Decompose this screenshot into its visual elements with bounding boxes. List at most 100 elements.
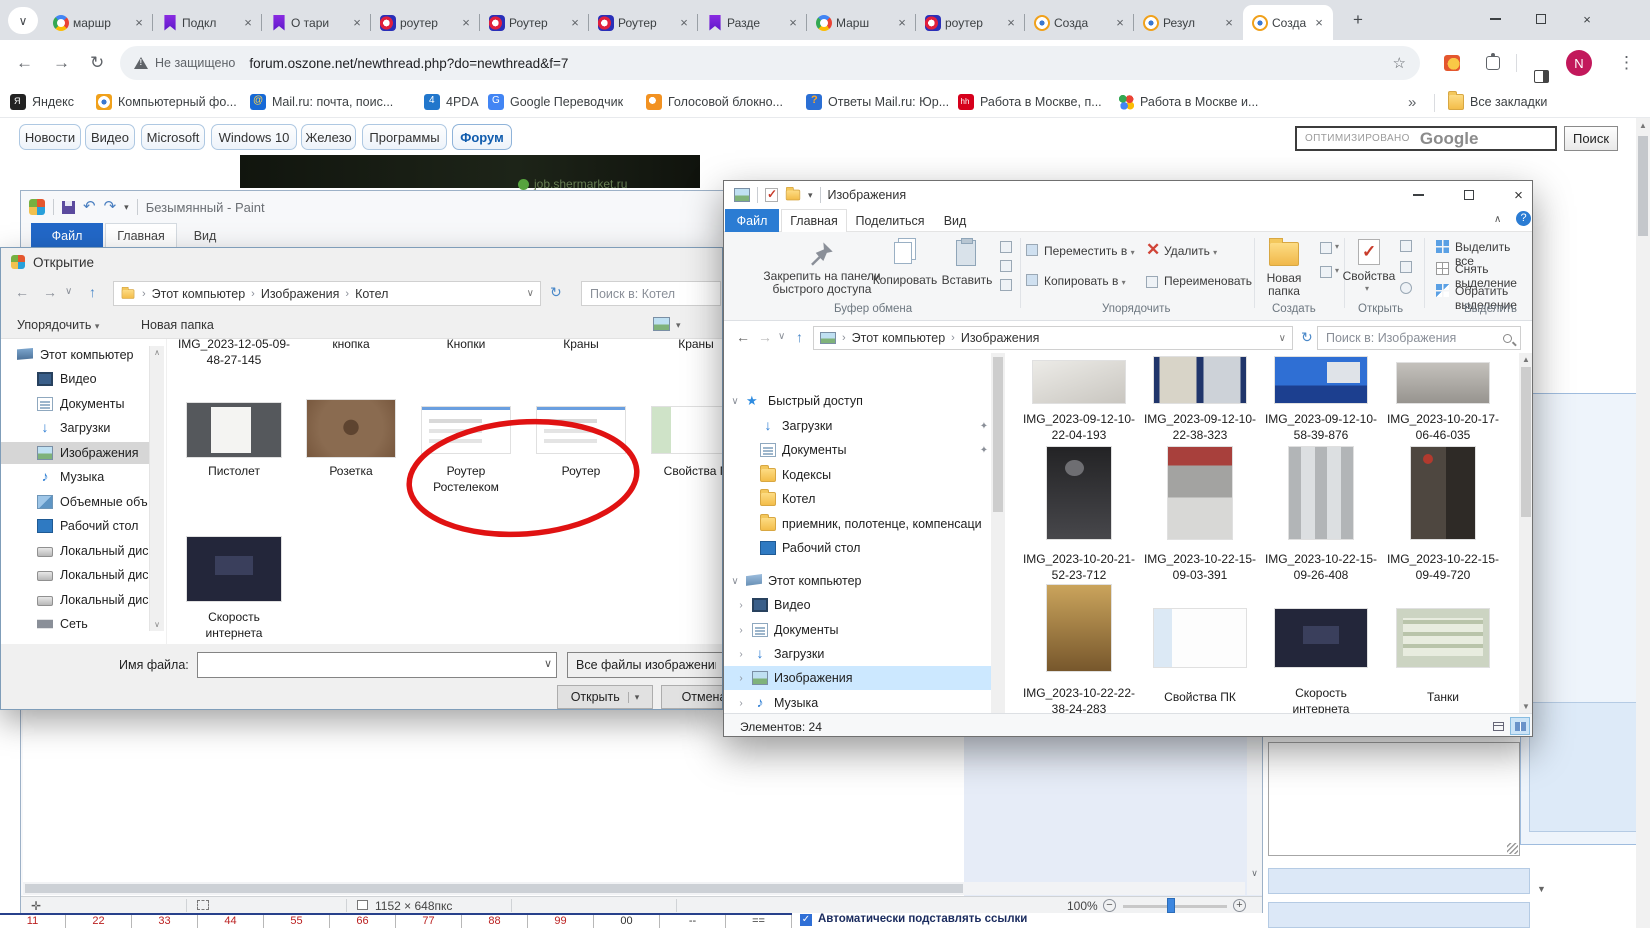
tree-item-pictures-selected[interactable]: ›Изображения [724,666,991,690]
filename-text-field[interactable] [201,654,538,676]
breadcrumb-root[interactable]: Этот компьютер [152,287,245,301]
back-icon[interactable]: ← [15,284,29,300]
browser-tab[interactable]: Подкл× [153,5,262,40]
file-thumbnail[interactable] [652,407,723,453]
file-thumbnail[interactable] [1397,609,1489,667]
zoom-in-icon[interactable]: + [1233,899,1246,912]
properties-icon[interactable] [1358,239,1380,265]
file-thumbnail[interactable] [307,400,395,457]
grid-scrollbar[interactable]: ▲ ▼ [1519,353,1533,713]
copy-button[interactable]: Копировать [872,274,938,287]
tree-item-documents[interactable]: Документы✦ [724,438,991,462]
file-label[interactable]: IMG_2023-10-20-17-06-46-035 [1385,411,1501,443]
file-thumbnail[interactable] [1275,609,1367,667]
properties-check-icon[interactable] [765,188,778,202]
dialog-breadcrumb[interactable]: ›Этот компьютер ›Изображения ›Котел ∨ [113,281,541,306]
file-label[interactable]: IMG_2023-09-12-10-22-04-193 [1021,411,1137,443]
file-label[interactable]: Танки [1385,689,1501,705]
nav-item-hardware[interactable]: Железо [301,124,356,150]
details-view-button[interactable] [1488,717,1508,735]
file-thumbnail[interactable] [1168,447,1232,539]
tree-scrollbar[interactable] [991,353,1005,713]
file-label[interactable]: кнопка [293,336,409,352]
scrollbar-up-icon[interactable]: ▲ [1519,353,1533,364]
sidebar-item-video[interactable]: Видео [1,368,149,390]
browser-tab[interactable]: Разде× [698,5,807,40]
up-icon[interactable]: ↑ [796,329,803,345]
folder-icon[interactable] [786,190,800,201]
bookmark-item[interactable]: Яндекс [10,92,74,112]
filetype-dropdown[interactable]: Все файлы изображений [567,652,723,678]
paint-tab-file[interactable]: Файл [31,223,103,248]
bookmark-item[interactable]: Ответы Mail.ru: Юр... [806,92,949,112]
back-icon[interactable]: ← [736,329,750,345]
paint-tab-home[interactable]: Главная [105,223,177,248]
delete-icon[interactable]: ✕ [1146,240,1160,260]
move-to-button[interactable]: Переместить в ▾ [1044,244,1135,258]
browser-tab[interactable]: О тари× [262,5,371,40]
forward-icon[interactable]: → [53,53,70,73]
cancel-button[interactable]: Отмена [661,685,723,709]
breadcrumb-root[interactable]: Этот компьютер [852,331,945,345]
copy-path-icon[interactable] [1000,260,1012,272]
qat-dropdown-icon[interactable]: ▾ [808,190,813,201]
tab-close-icon[interactable]: × [131,15,147,31]
tree-item-downloads[interactable]: ↓Загрузки✦ [724,414,991,438]
file-label[interactable]: Свойства П [654,463,723,479]
select-none-icon[interactable] [1436,262,1449,275]
rename-button[interactable]: Переименовать [1164,274,1252,288]
sidebar-item-local-disk[interactable]: Локальный дис [1,589,149,611]
sidebar-item-this-pc[interactable]: Этот компьютер [1,344,149,366]
extensions-puzzle-icon[interactable] [1486,56,1500,70]
tab-close-icon[interactable]: × [785,15,801,31]
tree-item-kodeksy[interactable]: Кодексы [724,463,991,487]
bookmark-item[interactable]: 4PDA [424,92,479,112]
scrollbar-thumb[interactable] [993,357,1003,512]
history-icon[interactable] [1400,282,1412,294]
window-minimize-button[interactable] [1472,0,1518,38]
easy-access-icon[interactable] [1320,242,1332,254]
file-label[interactable]: Краны [638,336,723,352]
history-chevron-icon[interactable]: ∨ [65,286,72,297]
file-thumbnail[interactable] [1154,357,1246,403]
sidebar-scrollbar[interactable]: ∧ ∨ [149,346,164,631]
file-label[interactable]: Розетка [309,463,393,479]
breadcrumb-leaf[interactable]: Котел [355,287,388,301]
site-search-button[interactable]: Поиск [1564,126,1618,151]
sidebar-item-music[interactable]: ♪Музыка [1,466,149,488]
window-close-button[interactable]: × [1564,0,1610,38]
bookmark-item[interactable]: Голосовой блокно... [646,92,783,112]
bookmark-item[interactable]: Компьютерный фо... [96,92,237,112]
dialog-search-input[interactable]: Поиск в: Котел [581,281,721,306]
explorer-tab-home[interactable]: Главная [781,209,847,232]
breadcrumb-mid[interactable]: Изображения [261,287,340,301]
file-label[interactable]: IMG_2023-12-05-09-48-27-145 [176,336,292,368]
file-label[interactable]: Роутер Ростелеком [419,463,513,495]
dropdown-icon[interactable]: ▾ [1335,242,1339,251]
tab-close-icon[interactable]: × [1221,15,1237,31]
scrollbar-down-icon[interactable]: ▼ [1519,702,1533,711]
new-folder-button[interactable]: Новая папка [141,318,214,332]
explorer-breadcrumb[interactable]: ›Этот компьютер ›Изображения ∨ [813,326,1293,350]
move-to-icon[interactable] [1026,244,1038,256]
browser-tab[interactable]: Роутер× [589,5,698,40]
file-label[interactable]: Скорость интернета [199,609,269,641]
up-icon[interactable]: ↑ [89,284,96,300]
tab-close-icon[interactable]: × [240,15,256,31]
file-label[interactable]: IMG_2023-10-22-15-09-03-391 [1142,551,1258,583]
tab-search-icon[interactable]: ∨ [8,7,38,34]
file-label[interactable]: Пистолет [192,463,276,479]
file-thumbnail[interactable] [1154,609,1246,667]
window-maximize-button[interactable] [1518,0,1564,38]
url-text[interactable]: forum.oszone.net/newthread.php?do=newthr… [249,56,568,71]
scrollbar-thumb[interactable] [1638,136,1648,236]
browser-tab[interactable]: Созда× [1025,5,1134,40]
tab-close-icon[interactable]: × [1003,15,1019,31]
dialog-title-bar[interactable]: Открытие [1,248,722,276]
dropdown-arrow-icon[interactable]: ▼ [1537,884,1549,894]
sidebar-item-documents[interactable]: Документы [1,393,149,415]
tab-close-icon[interactable]: × [676,15,692,31]
tree-item-desktop[interactable]: Рабочий стол [724,536,991,560]
browser-tab-active[interactable]: Созда× [1243,5,1333,40]
copy-to-icon[interactable] [1026,274,1038,286]
